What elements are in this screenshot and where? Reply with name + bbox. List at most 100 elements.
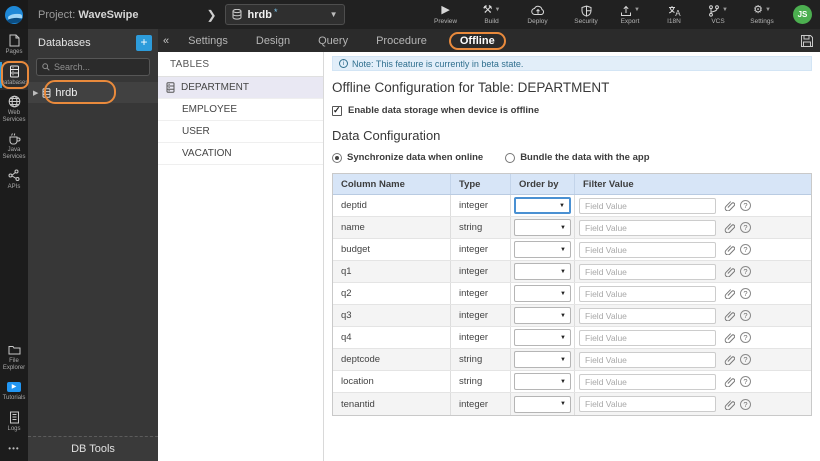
i18n-button[interactable]: A I18N xyxy=(657,4,691,25)
help-icon[interactable]: ? xyxy=(740,288,751,299)
sidebar-item-file-explorer[interactable]: File Explorer xyxy=(0,338,28,375)
filter-value-input[interactable] xyxy=(579,329,716,346)
order-by-select[interactable]: ▼ xyxy=(514,241,571,258)
help-icon[interactable]: ? xyxy=(740,310,751,321)
save-button[interactable] xyxy=(800,34,814,48)
help-icon[interactable]: ? xyxy=(740,244,751,255)
checkbox-checked-icon[interactable] xyxy=(332,105,342,116)
deploy-button[interactable]: Deploy xyxy=(521,4,555,25)
collapse-panel-button[interactable]: « xyxy=(158,35,174,47)
databases-panel: Databases + ▶ hrdb DB Tools xyxy=(28,29,158,461)
tables-panel: TABLES DEPARTMENT EMPLOYEE USER VACATION xyxy=(158,52,324,461)
order-by-select[interactable]: ▼ xyxy=(514,219,571,236)
sidebar-item-java-services[interactable]: Java Services xyxy=(0,127,28,164)
filter-value-input[interactable] xyxy=(579,241,716,258)
vcs-button[interactable]: ▼ VCS xyxy=(701,4,735,25)
order-by-select[interactable]: ▼ xyxy=(514,373,571,390)
sidebar-item-web-services[interactable]: Web Services xyxy=(0,90,28,127)
order-by-select[interactable]: ▼ xyxy=(514,197,571,214)
tree-expand-caret-icon[interactable]: ▶ xyxy=(33,89,38,97)
order-by-select[interactable]: ▼ xyxy=(514,263,571,280)
sidebar-item-databases[interactable]: Databases xyxy=(0,59,29,90)
export-icon: ▼ xyxy=(620,4,640,17)
app-logo[interactable] xyxy=(0,0,28,29)
column-type: integer xyxy=(459,200,489,211)
filter-value-input[interactable] xyxy=(579,219,716,236)
radio-bundle-with-app[interactable]: Bundle the data with the app xyxy=(505,152,650,163)
file-explorer-label: File Explorer xyxy=(2,358,26,371)
filter-value-input[interactable] xyxy=(579,307,716,324)
help-icon[interactable]: ? xyxy=(740,266,751,277)
export-button[interactable]: ▼ Export xyxy=(613,4,647,25)
db-tools-button[interactable]: DB Tools xyxy=(28,436,158,461)
help-icon[interactable]: ? xyxy=(740,376,751,387)
order-by-select[interactable]: ▼ xyxy=(514,329,571,346)
bind-variable-icon[interactable] xyxy=(724,244,735,255)
database-search-input[interactable] xyxy=(54,62,144,72)
order-by-select[interactable]: ▼ xyxy=(514,395,571,413)
sidebar-item-pages[interactable]: Pages xyxy=(0,29,28,60)
column-name: tenantid xyxy=(341,398,375,410)
table-name: VACATION xyxy=(182,148,232,159)
filter-value-input[interactable] xyxy=(579,285,716,302)
help-icon[interactable]: ? xyxy=(740,200,751,211)
play-badge-icon: ▶ xyxy=(7,380,21,393)
help-icon[interactable]: ? xyxy=(740,222,751,233)
config-row-q3: q3 integer ▼ ? xyxy=(333,305,811,327)
table-item-user[interactable]: USER xyxy=(158,121,323,143)
security-button[interactable]: Security xyxy=(569,4,603,25)
note-text: Note: This feature is currently in beta … xyxy=(352,58,524,69)
bind-variable-icon[interactable] xyxy=(724,222,735,233)
deploy-label: Deploy xyxy=(527,18,548,25)
more-options-button[interactable]: ••• xyxy=(8,436,19,461)
tab-procedure[interactable]: Procedure xyxy=(376,35,427,47)
build-button[interactable]: ⚒ ▼ Build xyxy=(475,4,509,25)
bind-variable-icon[interactable] xyxy=(724,376,735,387)
bind-variable-icon[interactable] xyxy=(724,310,735,321)
sidebar-item-logs[interactable]: Logs xyxy=(0,406,28,437)
tab-design[interactable]: Design xyxy=(256,35,290,47)
preview-button[interactable]: ▶ Preview xyxy=(429,4,463,25)
tab-settings[interactable]: Settings xyxy=(188,35,228,47)
help-icon[interactable]: ? xyxy=(740,398,751,410)
config-row-budget: budget integer ▼ ? xyxy=(333,239,811,261)
help-icon[interactable]: ? xyxy=(740,332,751,343)
add-database-button[interactable]: + xyxy=(136,35,152,51)
sidebar-item-tutorials[interactable]: ▶ Tutorials xyxy=(0,375,28,406)
bind-variable-icon[interactable] xyxy=(724,399,735,410)
order-by-select[interactable]: ▼ xyxy=(514,285,571,302)
filter-value-input[interactable] xyxy=(579,197,716,214)
filter-value-input[interactable] xyxy=(579,373,716,390)
table-item-employee[interactable]: EMPLOYEE xyxy=(158,99,323,121)
bind-variable-icon[interactable] xyxy=(724,266,735,277)
radio-synchronize-online[interactable]: Synchronize data when online xyxy=(332,152,483,163)
database-tree-item-hrdb[interactable]: ▶ hrdb xyxy=(28,80,158,104)
settings-button[interactable]: ⚙ ▼ Settings xyxy=(745,4,779,25)
config-row-q4: q4 integer ▼ ? xyxy=(333,327,811,349)
filter-value-input[interactable] xyxy=(579,396,716,412)
top-bar: Project: WaveSwipe ❯ hrdb * ▼ ▶ Preview … xyxy=(0,0,820,29)
table-item-vacation[interactable]: VACATION xyxy=(158,143,323,165)
database-icon xyxy=(232,9,242,20)
radio-unselected-icon[interactable] xyxy=(505,152,516,163)
user-avatar[interactable]: JS xyxy=(793,5,812,24)
column-name: budget xyxy=(341,244,371,255)
tab-query[interactable]: Query xyxy=(318,35,348,47)
bind-variable-icon[interactable] xyxy=(724,288,735,299)
radio-selected-icon[interactable] xyxy=(332,152,342,163)
sidebar-item-apis[interactable]: APIs xyxy=(0,164,28,195)
filter-value-input[interactable] xyxy=(579,263,716,280)
bind-variable-icon[interactable] xyxy=(724,200,735,211)
column-type: integer xyxy=(459,244,489,255)
enable-offline-checkbox-row[interactable]: Enable data storage when device is offli… xyxy=(332,105,812,116)
bind-variable-icon[interactable] xyxy=(724,332,735,343)
database-search-box[interactable] xyxy=(36,58,150,76)
database-selector-dropdown[interactable]: hrdb * ▼ xyxy=(224,4,345,25)
order-by-select[interactable]: ▼ xyxy=(514,351,571,368)
help-icon[interactable]: ? xyxy=(740,354,751,365)
table-item-department[interactable]: DEPARTMENT xyxy=(158,77,323,99)
filter-value-input[interactable] xyxy=(579,351,716,368)
bind-variable-icon[interactable] xyxy=(724,354,735,365)
order-by-select[interactable]: ▼ xyxy=(514,307,571,324)
tab-offline[interactable]: Offline xyxy=(448,31,506,50)
